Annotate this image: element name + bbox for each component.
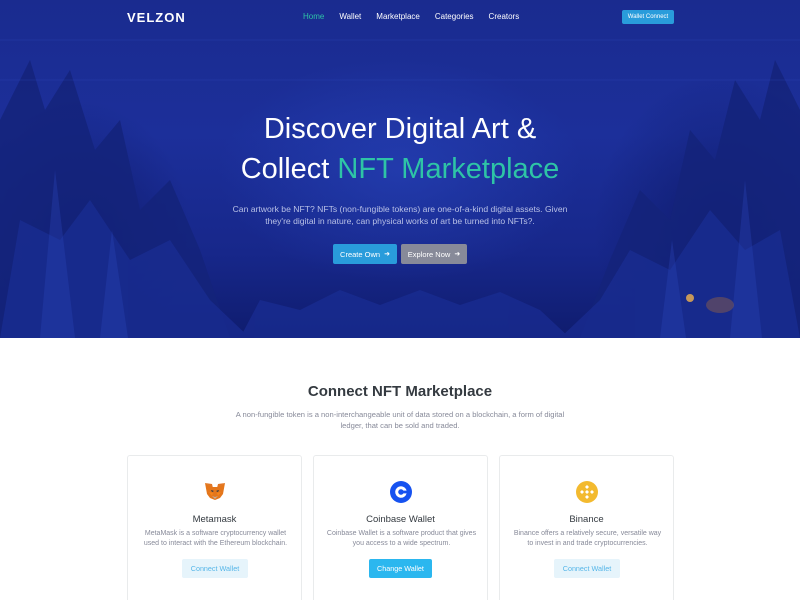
top-navbar: VELZON Home Wallet Marketplace Categorie… (0, 0, 800, 34)
nav-links: Home Wallet Marketplace Categories Creat… (303, 12, 534, 21)
wallet-card-coinbase: Coinbase Wallet Coinbase Wallet is a sof… (313, 455, 488, 600)
explore-now-label: Explore Now (407, 249, 451, 259)
wallet-card-binance: Binance Binance offers a relatively secu… (499, 455, 674, 600)
explore-now-button[interactable]: Explore Now ➜ (401, 244, 467, 264)
connect-wallet-button[interactable]: Connect Wallet (554, 559, 620, 578)
wallet-name: Metamask (192, 514, 237, 525)
nav-link-categories[interactable]: Categories (435, 12, 474, 21)
create-own-button[interactable]: Create Own ➜ (333, 244, 397, 264)
arrow-right-icon: ➜ (454, 251, 461, 258)
hero-title-plain: Collect (240, 153, 338, 185)
wallet-description: MetaMask is a software cryptocurrency wa… (143, 530, 288, 547)
wallet-name: Coinbase Wallet (366, 514, 435, 525)
wallet-connect-button[interactable]: Wallet Connect (622, 10, 674, 24)
connect-wallet-button[interactable]: Connect Wallet (182, 559, 248, 578)
wallet-name: Binance (569, 514, 604, 525)
hero-title-line2: Collect NFT Marketplace (0, 153, 800, 186)
wallet-card-metamask: Metamask MetaMask is a software cryptocu… (127, 455, 302, 600)
wallet-description: Binance offers a relatively secure, vers… (513, 530, 662, 547)
binance-icon (576, 481, 598, 503)
arrow-right-icon: ➜ (384, 251, 390, 258)
metamask-icon (205, 483, 225, 500)
nav-link-marketplace[interactable]: Marketplace (376, 12, 420, 21)
brand-logo[interactable]: VELZON (127, 10, 186, 25)
hero-section: VELZON Home Wallet Marketplace Categorie… (0, 0, 800, 338)
change-wallet-button[interactable]: Change Wallet (369, 559, 432, 578)
nav-link-creators[interactable]: Creators (489, 12, 520, 21)
section-subtitle: A non-fungible token is a non-interchang… (235, 410, 565, 430)
nav-link-wallet[interactable]: Wallet (339, 12, 361, 21)
hero-title-line1: Discover Digital Art & (263, 113, 537, 145)
hero-subtitle: Can artwork be NFT? NFTs (non-fungible t… (232, 204, 568, 226)
nav-link-home[interactable]: Home (303, 12, 324, 21)
coinbase-icon (390, 481, 412, 503)
hero-title-accent: NFT Marketplace (337, 153, 560, 185)
create-own-label: Create Own (340, 249, 381, 259)
wallet-description: Coinbase Wallet is a software product th… (326, 530, 477, 547)
section-title: Connect NFT Marketplace (307, 383, 493, 400)
